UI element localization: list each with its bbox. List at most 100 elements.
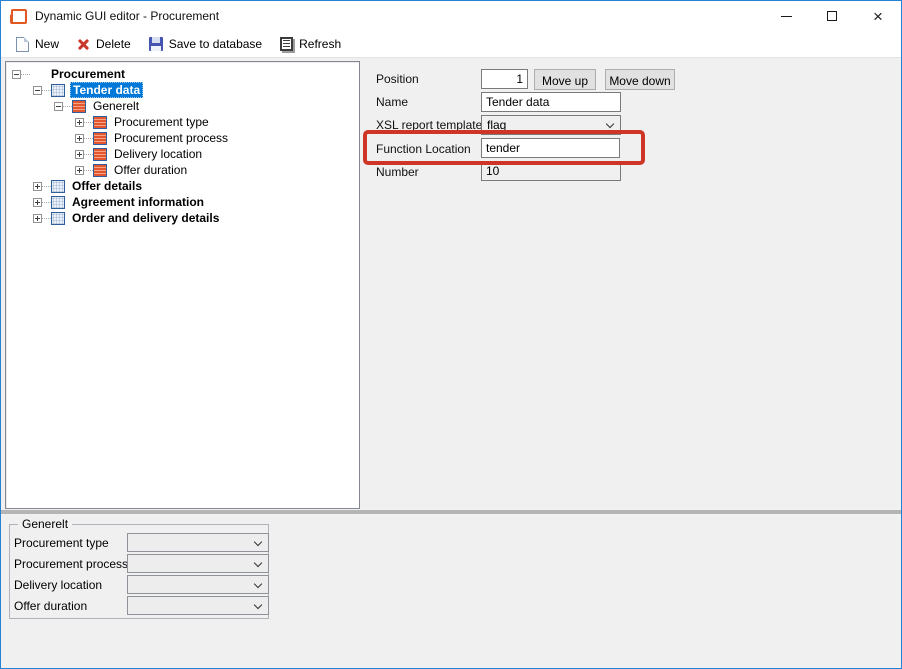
position-input[interactable] xyxy=(481,69,528,89)
red-highlight-annotation xyxy=(363,130,645,165)
save-to-database-button[interactable]: Save to database xyxy=(140,32,271,56)
move-down-button[interactable]: Move down xyxy=(605,69,675,90)
expander-plus-icon[interactable] xyxy=(33,214,42,223)
tree-item-order-and-delivery-details[interactable]: Order and delivery details xyxy=(6,210,359,226)
expander-plus-icon[interactable] xyxy=(75,118,84,127)
generelt-group-title: Generelt xyxy=(18,517,72,531)
tree-item-label-selected[interactable]: Tender data xyxy=(70,82,143,98)
expander-plus-icon[interactable] xyxy=(75,166,84,175)
orange-grid-icon xyxy=(93,116,107,129)
expander-plus-icon[interactable] xyxy=(75,150,84,159)
orange-grid-icon xyxy=(93,148,107,161)
blue-form-icon xyxy=(51,212,65,225)
tree-item-label[interactable]: Generelt xyxy=(91,99,141,113)
tree-item-delivery-location[interactable]: Delivery location xyxy=(6,146,359,162)
tree-connector xyxy=(42,186,51,187)
expander-plus-icon[interactable] xyxy=(33,182,42,191)
bottom-row-procurement-process: Procurement process xyxy=(14,554,268,575)
orange-grid-icon xyxy=(93,164,107,177)
chevron-down-icon xyxy=(254,580,262,588)
panel-divider[interactable] xyxy=(1,510,902,514)
close-icon: × xyxy=(873,8,883,25)
minimize-button[interactable] xyxy=(763,1,809,31)
tree-connector xyxy=(84,154,93,155)
refresh-button-label: Refresh xyxy=(299,37,341,51)
tree-connector xyxy=(84,122,93,123)
expander-minus-icon[interactable] xyxy=(12,70,21,79)
procurement-process-label: Procurement process xyxy=(14,557,128,571)
offer-duration-label: Offer duration xyxy=(14,599,87,613)
offer-duration-dropdown[interactable] xyxy=(127,596,269,615)
procurement-type-label: Procurement type xyxy=(14,536,109,550)
bottom-row-procurement-type: Procurement type xyxy=(14,533,268,554)
document-list-icon xyxy=(280,37,293,51)
blue-form-icon xyxy=(51,180,65,193)
tree-connector xyxy=(42,202,51,203)
new-document-icon xyxy=(16,37,29,52)
red-x-icon xyxy=(77,38,90,51)
bottom-row-offer-duration: Offer duration xyxy=(14,596,268,617)
window-controls: × xyxy=(763,1,901,31)
expander-plus-icon[interactable] xyxy=(33,198,42,207)
tree-connector xyxy=(42,218,51,219)
tree-connector xyxy=(42,90,51,91)
app-icon xyxy=(10,9,27,24)
bottom-row-delivery-location: Delivery location xyxy=(14,575,268,596)
close-button[interactable]: × xyxy=(855,1,901,31)
delete-button[interactable]: Delete xyxy=(68,32,140,56)
tree-item-label[interactable]: Order and delivery details xyxy=(70,211,221,225)
delivery-location-label: Delivery location xyxy=(14,578,102,592)
tree-item-label[interactable]: Procurement type xyxy=(112,115,211,129)
tree-item-procurement-process[interactable]: Procurement process xyxy=(6,130,359,146)
tree-item-procurement[interactable]: Procurement xyxy=(6,66,359,82)
procurement-process-dropdown[interactable] xyxy=(127,554,269,573)
tree-item-label[interactable]: Delivery location xyxy=(112,147,204,161)
chevron-down-icon xyxy=(254,559,262,567)
tree-item-label[interactable]: Procurement xyxy=(49,67,127,81)
toolbar: New Delete Save to database Refresh xyxy=(1,31,901,58)
orange-grid-icon xyxy=(93,132,107,145)
window-title: Dynamic GUI editor - Procurement xyxy=(35,9,219,23)
tree-item-offer-details[interactable]: Offer details xyxy=(6,178,359,194)
new-button[interactable]: New xyxy=(7,32,68,56)
procurement-type-dropdown[interactable] xyxy=(127,533,269,552)
expander-minus-icon[interactable] xyxy=(33,86,42,95)
maximize-button[interactable] xyxy=(809,1,855,31)
tree-item-label[interactable]: Procurement process xyxy=(112,131,230,145)
chevron-down-icon xyxy=(254,601,262,609)
expander-minus-icon[interactable] xyxy=(54,102,63,111)
titlebar: Dynamic GUI editor - Procurement × xyxy=(1,1,901,31)
tree-item-tender-data[interactable]: Tender data xyxy=(6,82,359,98)
tree-item-label[interactable]: Offer duration xyxy=(112,163,189,177)
expander-plus-icon[interactable] xyxy=(75,134,84,143)
tree-connector xyxy=(63,106,72,107)
tree-item-offer-duration[interactable]: Offer duration xyxy=(6,162,359,178)
maximize-icon xyxy=(827,11,837,21)
new-button-label: New xyxy=(35,37,59,51)
delete-button-label: Delete xyxy=(96,37,131,51)
generelt-group: Generelt Procurement type Procurement pr… xyxy=(9,517,269,619)
move-up-button[interactable]: Move up xyxy=(534,69,596,90)
orange-grid-icon xyxy=(72,100,86,113)
save-button-label: Save to database xyxy=(169,37,262,51)
number-label: Number xyxy=(376,165,419,179)
tree-connector xyxy=(84,170,93,171)
tree-item-generelt[interactable]: Generelt xyxy=(6,98,359,114)
tree-item-label[interactable]: Offer details xyxy=(70,179,144,193)
position-label: Position xyxy=(376,72,419,86)
blue-form-icon xyxy=(51,196,65,209)
delivery-location-dropdown[interactable] xyxy=(127,575,269,594)
chevron-down-icon xyxy=(606,120,614,128)
tree-item-label[interactable]: Agreement information xyxy=(70,195,206,209)
name-input[interactable] xyxy=(481,92,621,112)
minimize-icon xyxy=(781,16,792,17)
blue-form-icon xyxy=(51,84,65,97)
tree-item-agreement-information[interactable]: Agreement information xyxy=(6,194,359,210)
refresh-button[interactable]: Refresh xyxy=(271,32,350,56)
tree-connector xyxy=(84,138,93,139)
app-window: Dynamic GUI editor - Procurement × New D… xyxy=(0,0,902,669)
name-label: Name xyxy=(376,95,408,109)
tree-item-procurement-type[interactable]: Procurement type xyxy=(6,114,359,130)
floppy-disk-icon xyxy=(149,37,163,51)
chevron-down-icon xyxy=(254,538,262,546)
